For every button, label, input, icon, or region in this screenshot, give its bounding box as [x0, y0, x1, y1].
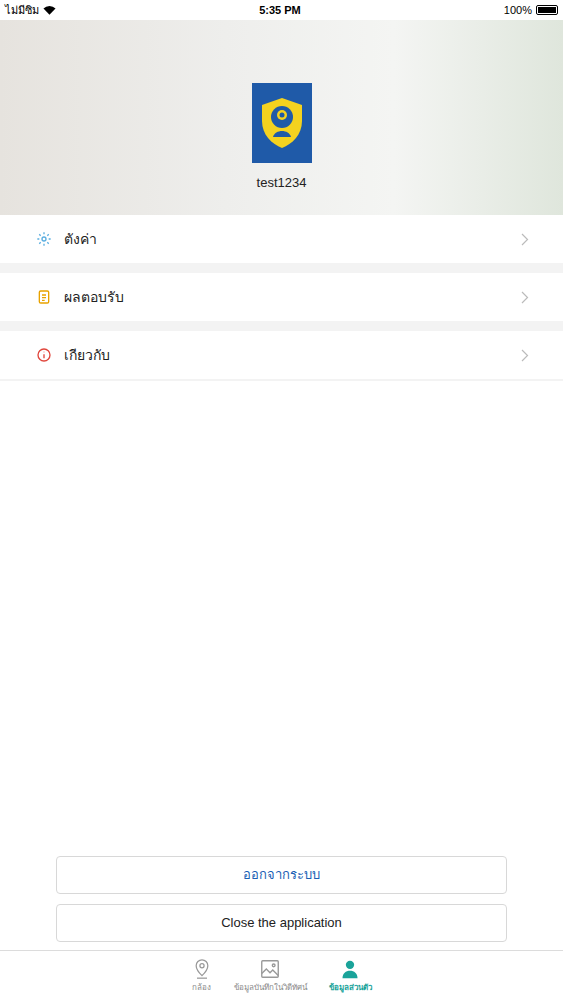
carrier-label: ไม่มีซิม [5, 2, 39, 19]
battery-icon [536, 5, 558, 15]
app-screen: ไม่มีซิม 5:35 PM 100% test1234 ตังค่าผลตอบรั… [0, 0, 563, 1000]
username: test1234 [257, 173, 307, 193]
profile-banner: test1234 [0, 20, 563, 215]
info-icon [36, 347, 52, 363]
close-app-button[interactable]: Close the application [56, 904, 507, 942]
location-pin-icon [192, 958, 212, 980]
action-buttons: ออกจากระบบ Close the application [0, 856, 563, 950]
menu-list: ตังค่าผลตอบรับเกียวกับ [0, 215, 563, 381]
gear-icon [36, 231, 52, 247]
chevron-right-icon [521, 349, 529, 362]
wifi-icon [43, 5, 56, 15]
clock: 5:35 PM [259, 2, 301, 19]
person-icon [340, 958, 360, 980]
logout-button[interactable]: ออกจากระบบ [56, 856, 507, 894]
tab-item[interactable]: กล้อง [192, 951, 212, 1000]
chevron-right-icon [521, 291, 529, 304]
clipboard-icon [36, 289, 52, 305]
status-bar: ไม่มีซิม 5:35 PM 100% [0, 0, 563, 20]
tab-item[interactable]: ข้อมูลส่วนตัว [329, 951, 372, 1000]
menu-item[interactable]: ตังค่า [0, 215, 563, 263]
menu-item[interactable]: ผลตอบรับ [0, 273, 563, 321]
menu-item[interactable]: เกียวกับ [0, 331, 563, 379]
image-icon [259, 958, 281, 980]
battery-label: 100% [504, 2, 532, 19]
chevron-right-icon [521, 233, 529, 246]
tab-bar: กล้อง ข้อมูลบันทึกในวิดีทัศน์ ข้อมูลส่วนตั… [0, 950, 563, 1000]
app-logo-icon [252, 83, 312, 163]
tab-item[interactable]: ข้อมูลบันทึกในวิดีทัศน์ [234, 951, 307, 1000]
